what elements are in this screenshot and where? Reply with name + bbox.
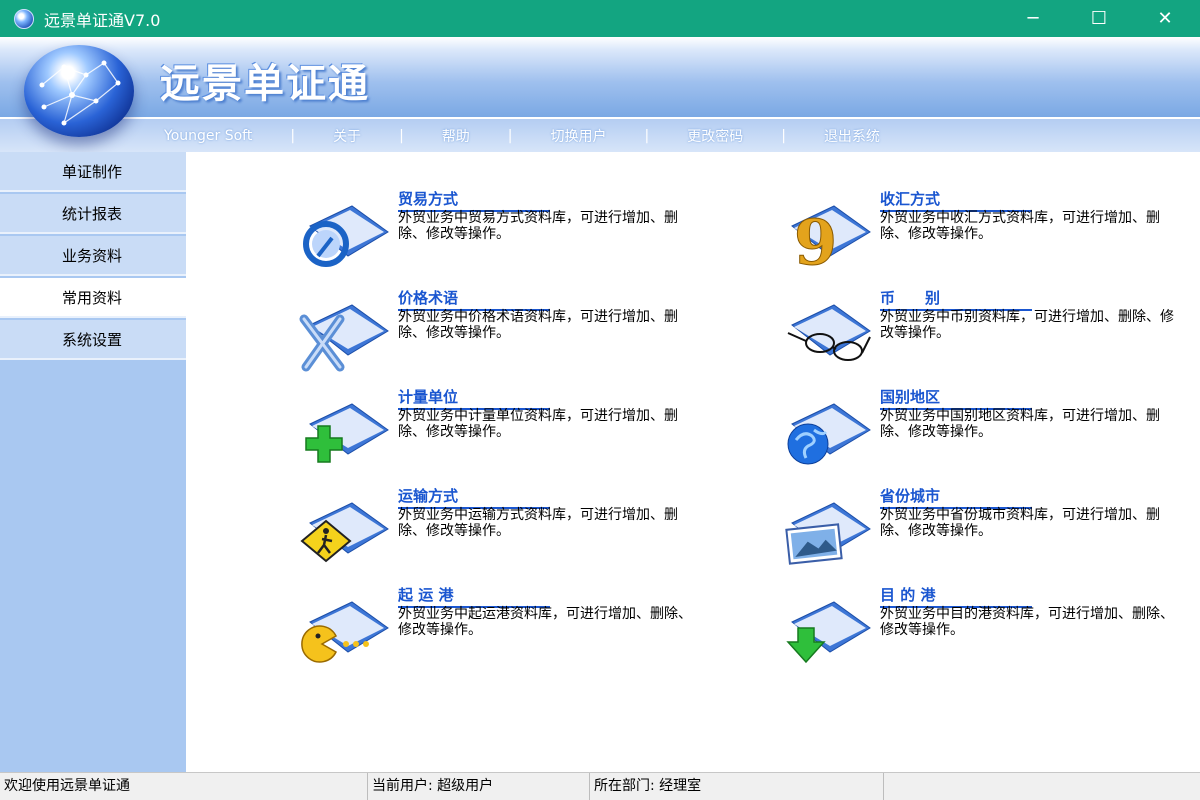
glasses-folder-icon[interactable] [778, 297, 874, 373]
card-description: 外贸业务中计量单位资料库，可进行增加、删除、修改等操作。 [398, 408, 678, 440]
card-title[interactable]: 国别地区 [880, 386, 1032, 410]
status-current-user: 当前用户: 超级用户 [368, 773, 590, 800]
card-province-city: 省份城市 外贸业务中省份城市资料库，可进行增加、删除、修改等操作。 [778, 485, 1198, 575]
sidebar-item-document-making[interactable]: 单证制作 [0, 152, 186, 192]
menu-exit[interactable]: 退出系统 [820, 126, 884, 146]
menu-separator: | [399, 128, 404, 144]
menu-switch-user[interactable]: 切换用户 [547, 126, 611, 146]
maximize-button[interactable]: ☐ [1066, 0, 1132, 37]
close-button[interactable]: ✕ [1132, 0, 1198, 37]
magnifier-folder-icon[interactable] [296, 198, 392, 274]
card-measure-unit: 计量单位 外贸业务中计量单位资料库，可进行增加、删除、修改等操作。 [296, 386, 716, 476]
card-description: 外贸业务中目的港资料库，可进行增加、删除、修改等操作。 [880, 606, 1174, 638]
card-description: 外贸业务中国别地区资料库，可进行增加、删除、修改等操作。 [880, 408, 1160, 440]
nine-folder-icon[interactable]: 9 [778, 198, 874, 280]
menu-about[interactable]: 关于 [329, 126, 365, 146]
header-menu: Younger Soft | 关于 | 帮助 | 切换用户 | 更改密码 | 退… [160, 125, 884, 147]
card-title[interactable]: 收汇方式 [880, 188, 1032, 212]
menu-separator: | [290, 128, 296, 144]
card-description: 外贸业务中运输方式资料库，可进行增加、删除、修改等操作。 [398, 507, 678, 539]
app-icon [14, 8, 34, 29]
x-folder-icon[interactable] [296, 297, 392, 373]
status-empty-panel [884, 773, 1200, 800]
card-loading-port: 起 运 港 外贸业务中起运港资料库，可进行增加、删除、修改等操作。 [296, 584, 716, 674]
menu-change-password[interactable]: 更改密码 [683, 126, 747, 146]
app-header: 远景单证通 Younger Soft | 关于 | 帮助 | 切换用户 | 更改… [0, 37, 1200, 152]
minimize-button[interactable]: ─ [1000, 0, 1066, 37]
menu-younger-soft[interactable]: Younger Soft [160, 128, 256, 144]
card-title[interactable]: 计量单位 [398, 386, 550, 410]
status-welcome: 欢迎使用远景单证通 [0, 773, 368, 800]
menu-separator: | [644, 128, 650, 144]
card-trade-mode: 贸易方式 外贸业务中贸易方式资料库，可进行增加、删除、修改等操作。 [296, 188, 716, 278]
plus-folder-icon[interactable] [296, 396, 392, 472]
card-title[interactable]: 省份城市 [880, 485, 1032, 509]
title-bar: 远景单证通V7.0 ─ ☐ ✕ [0, 0, 1200, 37]
sidebar-item-system-settings[interactable]: 系统设置 [0, 320, 186, 360]
sign-folder-icon[interactable] [296, 495, 392, 571]
menu-separator: | [781, 128, 786, 144]
card-country-region: 国别地区 外贸业务中国别地区资料库，可进行增加、删除、修改等操作。 [778, 386, 1198, 476]
card-description: 外贸业务中价格术语资料库，可进行增加、删除、修改等操作。 [398, 309, 678, 341]
card-currency: 币 别 外贸业务中币别资料库，可进行增加、删除、修改等操作。 [778, 287, 1198, 377]
card-price-terms: 价格术语 外贸业务中价格术语资料库，可进行增加、删除、修改等操作。 [296, 287, 716, 377]
card-description: 外贸业务中收汇方式资料库，可进行增加、删除、修改等操作。 [880, 210, 1160, 242]
card-title[interactable]: 价格术语 [398, 287, 550, 311]
window-title: 远景单证通V7.0 [44, 10, 161, 30]
card-description: 外贸业务中贸易方式资料库，可进行增加、删除、修改等操作。 [398, 210, 678, 242]
down-arrow-folder-icon[interactable] [778, 594, 874, 670]
menu-help[interactable]: 帮助 [438, 126, 474, 146]
pacman-folder-icon[interactable] [296, 594, 392, 670]
globe-folder-icon[interactable] [778, 396, 874, 472]
menu-separator: | [507, 128, 513, 144]
globe-logo-icon [24, 45, 134, 137]
card-description: 外贸业务中省份城市资料库，可进行增加、删除、修改等操作。 [880, 507, 1160, 539]
card-title[interactable]: 币 别 [880, 287, 1032, 311]
brand-title: 远景单证通 [160, 61, 370, 107]
card-title[interactable]: 起 运 港 [398, 584, 550, 608]
svg-text:9: 9 [794, 206, 837, 274]
main-panel: 贸易方式 外贸业务中贸易方式资料库，可进行增加、删除、修改等操作。 9 收汇方式… [186, 152, 1200, 772]
card-transport-mode: 运输方式 外贸业务中运输方式资料库，可进行增加、删除、修改等操作。 [296, 485, 716, 575]
status-department: 所在部门: 经理室 [590, 773, 884, 800]
sidebar-item-business-data[interactable]: 业务资料 [0, 236, 186, 276]
card-destination-port: 目 的 港 外贸业务中目的港资料库，可进行增加、删除、修改等操作。 [778, 584, 1198, 674]
card-description: 外贸业务中币别资料库，可进行增加、删除、修改等操作。 [880, 309, 1174, 341]
sidebar-item-common-data[interactable]: 常用资料 [0, 278, 186, 318]
status-bar: 欢迎使用远景单证通 当前用户: 超级用户 所在部门: 经理室 [0, 772, 1200, 800]
card-description: 外贸业务中起运港资料库，可进行增加、删除、修改等操作。 [398, 606, 692, 638]
sidebar: 单证制作 统计报表 业务资料 常用资料 系统设置 [0, 152, 186, 772]
card-title[interactable]: 贸易方式 [398, 188, 550, 212]
card-title[interactable]: 目 的 港 [880, 584, 1032, 608]
card-collection-mode: 9 收汇方式 外贸业务中收汇方式资料库，可进行增加、删除、修改等操作。 [778, 188, 1198, 280]
picture-folder-icon[interactable] [778, 495, 874, 571]
card-title[interactable]: 运输方式 [398, 485, 550, 509]
sidebar-item-statistics[interactable]: 统计报表 [0, 194, 186, 234]
